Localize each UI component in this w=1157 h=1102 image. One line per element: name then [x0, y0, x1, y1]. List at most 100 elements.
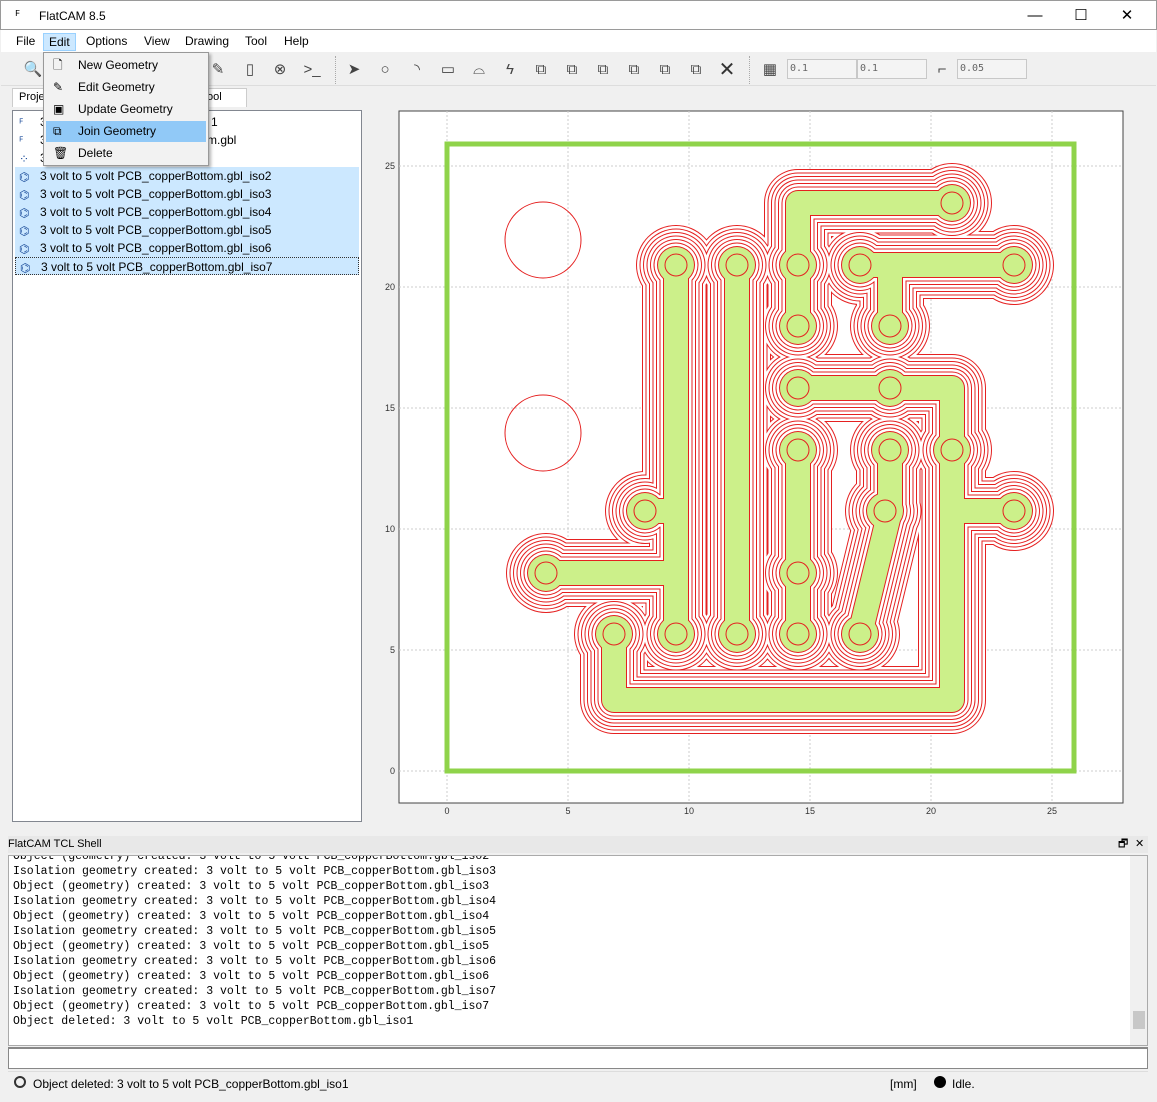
activity-icon — [934, 1076, 946, 1088]
path-icon[interactable]: ϟ — [498, 58, 522, 80]
intersection-icon[interactable]: ⧉ — [622, 58, 646, 80]
delete-shape-icon[interactable]: ✕ — [715, 58, 739, 81]
state-label: Idle. — [952, 1077, 975, 1091]
edit-geometry-icon[interactable]: ✎ — [206, 58, 230, 80]
menu-edit[interactable]: Edit — [43, 33, 76, 51]
x-tick-label: 5 — [565, 806, 570, 816]
geometry-icon: ⌬ — [20, 261, 31, 275]
pad-isolation — [627, 493, 663, 529]
cut-icon[interactable]: ⧉ — [684, 58, 708, 80]
edit-geometry-icon: ✎ — [53, 80, 64, 94]
shell-output[interactable]: Object (geometry) created: 3 volt to 5 v… — [8, 855, 1148, 1046]
menu-options[interactable]: Options — [81, 33, 132, 51]
pad-isolation — [872, 308, 908, 344]
project-item-label-tail: 1 — [211, 115, 218, 129]
project-item-label: 3 volt to 5 volt PCB_copperBottom.gbl_is… — [40, 241, 272, 255]
shell-input[interactable] — [8, 1047, 1148, 1069]
menu-tool[interactable]: Tool — [240, 33, 272, 51]
project-item[interactable]: ⌬ 3 volt to 5 volt PCB_copperBottom.gbl_i… — [15, 167, 359, 185]
console-line: Isolation geometry created: 3 volt to 5 … — [13, 865, 497, 878]
geometry-icon: ⌬ — [19, 242, 30, 256]
project-item[interactable]: ⌬ 3 volt to 5 volt PCB_copperBottom.gbl_i… — [15, 257, 359, 275]
pad-isolation — [780, 432, 816, 468]
pad-isolation — [719, 247, 755, 283]
corner-snap-icon[interactable]: ⌐ — [930, 58, 954, 80]
grid-x-input[interactable]: 0.1 — [787, 59, 857, 79]
menu-drawing[interactable]: Drawing — [180, 33, 234, 51]
pad-isolation — [780, 555, 816, 591]
grid-y-input[interactable]: 0.1 — [857, 59, 927, 79]
menu-item-update-geometry[interactable]: ▣ Update Geometry — [46, 99, 206, 120]
menu-file[interactable]: File — [11, 33, 40, 51]
menu-help[interactable]: Help — [279, 33, 314, 51]
maximize-button[interactable]: ☐ — [1058, 1, 1104, 31]
project-item-label: 3 volt to 5 volt PCB_copperBottom.gbl_is… — [40, 187, 272, 201]
subtract-icon[interactable]: ⧉ — [653, 58, 677, 80]
gerber-icon: ꟳ — [19, 116, 24, 130]
console-line: Object deleted: 3 volt to 5 volt PCB_cop… — [13, 1015, 414, 1028]
select-arrow-icon[interactable]: ➤ — [342, 58, 366, 80]
polygon-icon[interactable]: ⌓ — [467, 58, 491, 80]
project-item[interactable]: ⌬ 3 volt to 5 volt PCB_copperBottom.gbl_i… — [15, 185, 359, 203]
move-icon[interactable]: ⧉ — [529, 58, 553, 80]
console-scrollbar[interactable] — [1130, 856, 1147, 1045]
console-line: Object (geometry) created: 3 volt to 5 v… — [13, 880, 490, 893]
console-line: Isolation geometry created: 3 volt to 5 … — [13, 925, 497, 938]
console-line: Isolation geometry created: 3 volt to 5 … — [13, 955, 497, 968]
join-geometry-icon: ⧉ — [53, 124, 62, 138]
pad-isolation — [780, 370, 816, 406]
menu-view[interactable]: View — [139, 33, 175, 51]
geometry-icon: ⌬ — [19, 224, 30, 238]
menu-item-label: New Geometry — [78, 58, 159, 72]
menu-item-delete[interactable]: 🗑 Delete — [46, 143, 206, 164]
project-item[interactable]: ⌬ 3 volt to 5 volt PCB_copperBottom.gbl_i… — [15, 203, 359, 221]
pad-isolation — [528, 555, 564, 591]
y-tick-label: 5 — [390, 645, 395, 655]
rectangle-icon[interactable]: ▭ — [436, 58, 460, 80]
pad-isolation — [872, 432, 908, 468]
delete-object-icon[interactable]: ⊗ — [268, 58, 292, 80]
pcb-canvas[interactable]: 0 5 10 15 20 25 0 5 10 15 20 25 — [370, 96, 1150, 826]
console-line: Object (geometry) created: 3 volt to 5 v… — [13, 970, 490, 983]
console-line: Isolation geometry created: 3 volt to 5 … — [13, 895, 497, 908]
pad-isolation — [596, 616, 632, 652]
project-tree: ꟳ31ꟳ3m.gbl⁘3⌬3 volt to 5 volt PCB_copper… — [12, 110, 362, 822]
close-button[interactable]: ✕ — [1104, 1, 1150, 31]
y-tick-label: 15 — [385, 403, 395, 413]
title-bar: ꟳ FlatCAM 8.5 — ☐ ✕ — [0, 0, 1157, 30]
project-item[interactable]: ⌬ 3 volt to 5 volt PCB_copperBottom.gbl_i… — [15, 221, 359, 239]
copy-icon[interactable]: ⧉ — [560, 58, 584, 80]
arc-icon[interactable]: ◝ — [405, 58, 429, 80]
circle-icon[interactable]: ○ — [373, 58, 397, 80]
project-item[interactable]: ⌬ 3 volt to 5 volt PCB_copperBottom.gbl_i… — [15, 239, 359, 257]
toolbar-separator — [749, 56, 750, 84]
snap-max-input[interactable]: 0.05 — [957, 59, 1027, 79]
x-tick-label: 10 — [684, 806, 694, 816]
window-title: FlatCAM 8.5 — [39, 9, 106, 23]
float-icon[interactable]: 🗗 — [1118, 836, 1128, 852]
y-tick-label: 10 — [385, 524, 395, 534]
close-shell-icon[interactable]: ✕ — [1135, 836, 1144, 852]
menu-item-new-geometry[interactable]: 🗋 New Geometry — [46, 55, 206, 76]
console-line: Object (geometry) created: 3 volt to 5 v… — [13, 855, 490, 863]
grid-snap-icon[interactable]: ▦ — [758, 58, 782, 80]
scrollbar-thumb[interactable] — [1133, 1011, 1145, 1029]
shell-title: FlatCAM TCL Shell 🗗 ✕ — [8, 836, 1148, 853]
flatcam-logo-icon: ꟳ — [15, 7, 20, 23]
plot-area[interactable]: 0 5 10 15 20 25 0 5 10 15 20 25 — [370, 96, 1150, 826]
shell-icon[interactable]: >_ — [300, 58, 324, 80]
pad-isolation — [867, 493, 903, 529]
project-item-label-tail: m.gbl — [207, 133, 237, 147]
update-geometry-icon[interactable]: ▯ — [238, 58, 262, 80]
x-tick-label: 15 — [805, 806, 815, 816]
menu-item-edit-geometry[interactable]: ✎ Edit Geometry — [46, 77, 206, 98]
pad-isolation — [719, 616, 755, 652]
zoom-fit-icon[interactable]: 🔍 — [21, 58, 45, 80]
trash-icon: 🗑 — [53, 146, 69, 160]
minimize-button[interactable]: — — [1012, 1, 1058, 31]
menu-item-join-geometry[interactable]: ⧉ Join Geometry — [46, 121, 206, 142]
menu-item-label: Delete — [78, 146, 113, 160]
new-geometry-icon: 🗋 — [53, 58, 63, 72]
union-icon[interactable]: ⧉ — [591, 58, 615, 80]
project-item-label: 3 volt to 5 volt PCB_copperBottom.gbl_is… — [40, 169, 272, 183]
